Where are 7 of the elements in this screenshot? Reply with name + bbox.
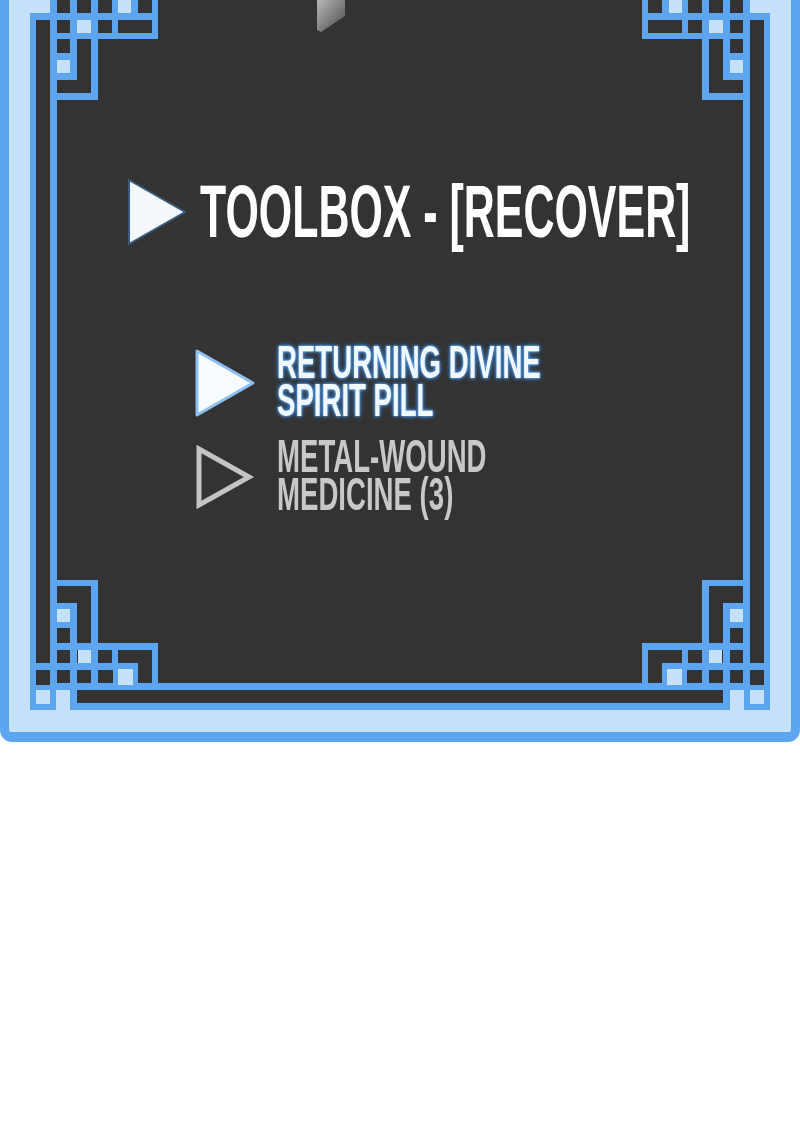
triangle-pointer-icon [127,178,187,246]
menu-item[interactable]: METAL-WOUND MEDICINE (3) [195,433,547,521]
menu-item[interactable]: RETURNING DIVINE SPIRIT PILL [195,339,547,427]
panel-title: TOOLBOX - [RECOVER] [200,169,691,255]
pendant-icon [315,0,345,32]
triangle-pointer-icon [195,443,255,511]
triangle-pointer-icon [195,349,255,417]
